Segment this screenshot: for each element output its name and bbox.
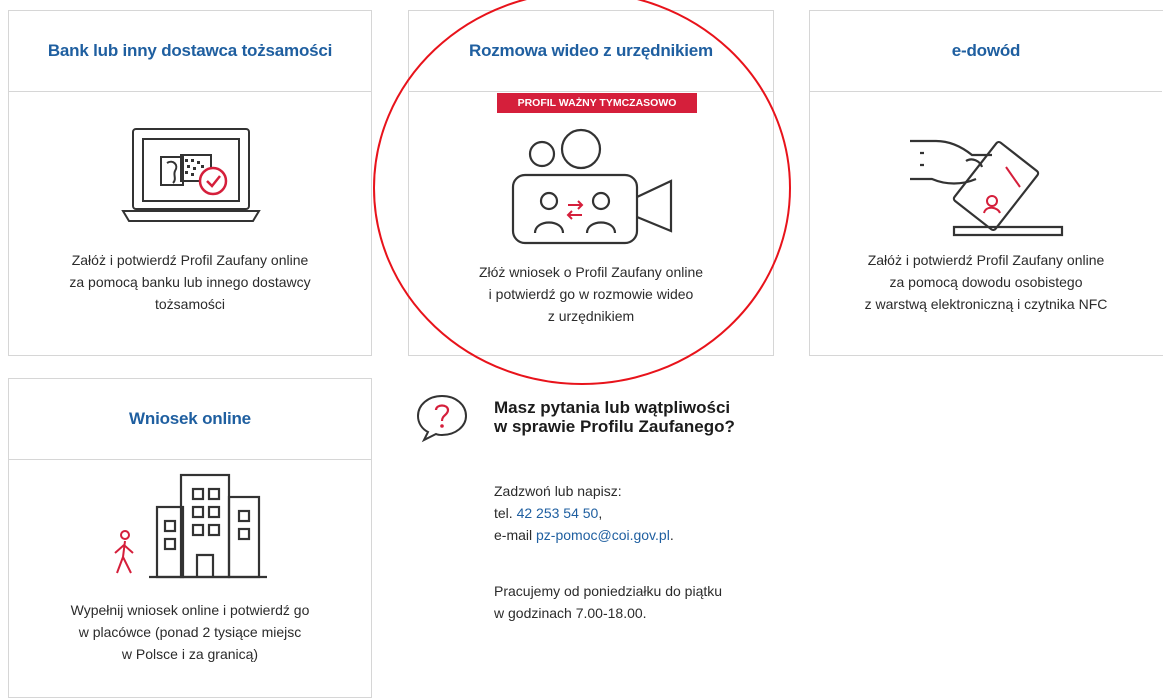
card-description: Złóż wniosek o Profil Zaufany online i p…	[478, 264, 704, 324]
building-walker-icon	[114, 473, 267, 579]
card-header: Bank lub inny dostawca tożsamości	[9, 11, 371, 92]
card-description: Załóż i potwierdź Profil Zaufany online …	[69, 252, 311, 312]
email-line: e-mail pz-pomoc@coi.gov.pl.	[494, 527, 674, 543]
card-description: Załóż i potwierdź Profil Zaufany online …	[864, 252, 1108, 312]
laptop-id-check-icon	[121, 128, 261, 222]
card-bank-identity-provider[interactable]: Bank lub inny dostawca tożsamości Załóż …	[8, 10, 372, 356]
working-hours: Pracujemy od poniedziałku do piątku w go…	[494, 583, 723, 621]
card-e-id[interactable]: e-dowód Załóż i potwierdź Profil Zaufany…	[809, 10, 1163, 356]
card-title: e-dowód	[951, 41, 1021, 60]
phone-line: tel. 42 253 54 50,	[494, 505, 603, 521]
card-header: Rozmowa wideo z urzędnikiem	[409, 11, 773, 92]
card-header: e-dowód	[810, 11, 1162, 92]
email-link[interactable]: pz-pomoc@coi.gov.pl	[536, 527, 670, 543]
hand-id-card-icon	[910, 139, 1064, 237]
question-bubble-icon	[416, 394, 468, 443]
contact-intro: Zadzwoń lub napisz:	[494, 483, 622, 499]
help-contact: Zadzwoń lub napisz: tel. 42 253 54 50, e…	[494, 480, 674, 546]
phone-link[interactable]: 42 253 54 50	[517, 505, 599, 521]
video-call-icon	[511, 128, 673, 245]
status-badge: PROFIL WAŻNY TYMCZASOWO	[497, 93, 697, 113]
card-title: Bank lub inny dostawca tożsamości	[47, 41, 333, 60]
card-header: Wniosek online	[9, 379, 371, 460]
card-description: Wypełnij wniosek online i potwierdź go w…	[70, 602, 310, 662]
card-online-application[interactable]: Wniosek online Wypełnij wniosek online i…	[8, 378, 372, 698]
card-video-call[interactable]: Rozmowa wideo z urzędnikiem PROFIL WAŻNY…	[408, 10, 774, 356]
help-heading: Masz pytania lub wątpliwości w sprawie P…	[494, 398, 735, 436]
card-title: Wniosek online	[129, 409, 251, 428]
card-title: Rozmowa wideo z urzędnikiem	[469, 41, 713, 60]
